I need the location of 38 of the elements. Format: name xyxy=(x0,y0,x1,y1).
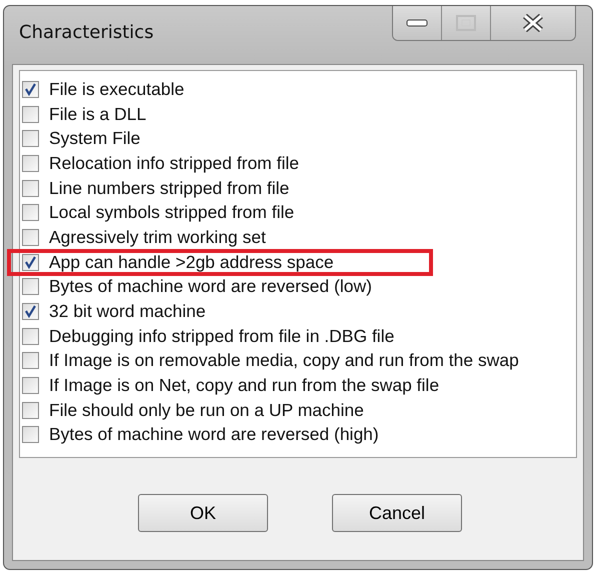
checkbox-label: Bytes of machine word are reversed (low) xyxy=(49,276,372,298)
checkbox-label: Debugging info stripped from file in .DBG file xyxy=(49,326,394,347)
window-title: Characteristics xyxy=(19,22,154,43)
checkbox[interactable] xyxy=(22,154,39,172)
checkbox[interactable] xyxy=(22,352,39,370)
checkbox[interactable] xyxy=(22,426,39,444)
checkbox-label: File is a DLL xyxy=(49,104,146,125)
checkbox-label: Relocation info stripped from file xyxy=(49,152,299,174)
checkbox[interactable] xyxy=(22,180,39,197)
close-button[interactable] xyxy=(491,6,575,40)
checkbox-label: File should only be run on a UP machine xyxy=(49,400,364,421)
checkbox[interactable] xyxy=(22,278,39,296)
checkbox-label: Bytes of machine word are reversed (high) xyxy=(49,424,379,446)
checkbox-label: If Image is on Net, copy and run from the swap file xyxy=(49,375,440,396)
checkbox[interactable] xyxy=(22,377,39,394)
minimize-icon xyxy=(406,19,428,27)
checkbox-label: Local symbols stripped from file xyxy=(49,202,294,224)
checkbox-label: 32 bit word machine xyxy=(49,301,206,322)
checkbox[interactable] xyxy=(22,106,39,123)
minimize-button[interactable] xyxy=(393,6,442,40)
checkbox-label: App can handle >2gb address space xyxy=(49,252,334,273)
checkbox-label: Agressively trim working set xyxy=(49,226,266,248)
checkbox-label: File is executable xyxy=(49,78,184,100)
dialog-button[interactable]: Cancel xyxy=(332,494,462,532)
checkbox-label: Line numbers stripped from file xyxy=(49,178,290,199)
checkbox[interactable] xyxy=(22,228,39,246)
checkbox[interactable] xyxy=(22,204,39,222)
checkbox[interactable] xyxy=(22,130,39,148)
checkbox[interactable] xyxy=(22,303,39,320)
checkbox-label: System File xyxy=(49,128,140,150)
checkbox[interactable] xyxy=(22,80,39,98)
checkbox[interactable] xyxy=(22,254,39,271)
close-icon xyxy=(522,14,544,32)
maximize-icon xyxy=(456,15,476,31)
checkbox[interactable] xyxy=(22,402,39,419)
checkbox[interactable] xyxy=(22,328,39,345)
checkbox-label: If Image is on removable media, copy and run from the swap xyxy=(49,350,519,372)
dialog-button[interactable]: OK xyxy=(138,494,268,532)
